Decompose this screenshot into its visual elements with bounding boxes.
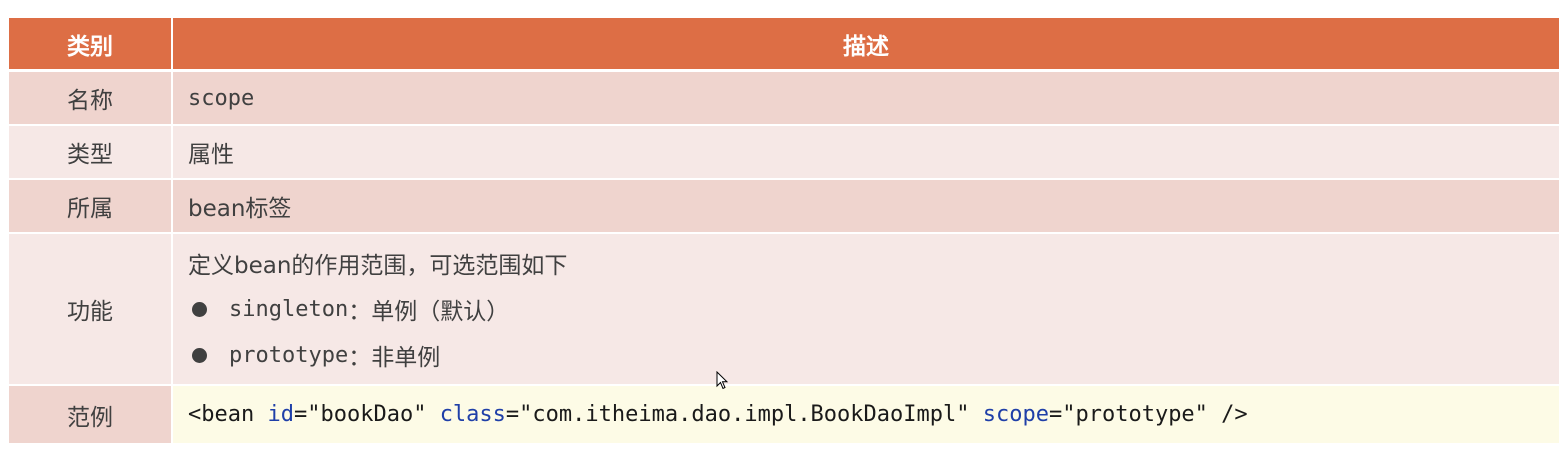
value-example: <bean id="bookDao" class="com.itheima.da… [173, 386, 1559, 443]
header-category: 类别 [9, 18, 171, 69]
label-function: 功能 [9, 234, 171, 384]
bullet-icon [192, 301, 207, 317]
term-separator: ： [348, 345, 372, 371]
value-type: 属性 [173, 126, 1559, 178]
code-attr-id: id [267, 402, 294, 427]
code-open-tag: <bean [188, 402, 268, 427]
label-belongs: 所属 [9, 180, 171, 232]
value-function: 定义bean的作用范围，可选范围如下 singleton ： 单例（默认） pr… [173, 234, 1559, 384]
scope-desc-prototype: 非单例 [371, 345, 441, 371]
code-attr-scope: scope [982, 402, 1049, 427]
list-item: singleton ： 单例（默认） [188, 286, 509, 332]
code-value-scope: ="prototype" [1048, 402, 1222, 427]
term-separator: ： [348, 299, 372, 325]
code-value-id: ="bookDao" [293, 402, 440, 427]
code-close-tag: /> [1221, 402, 1248, 427]
scope-desc-singleton: 单例（默认） [371, 299, 510, 325]
mouse-pointer-icon [716, 371, 728, 390]
header-description: 描述 [173, 18, 1559, 69]
label-type: 类型 [9, 126, 171, 178]
scope-term-prototype: prototype [229, 342, 349, 368]
code-sample: <bean id="bookDao" class="com.itheima.da… [188, 402, 1248, 427]
list-item: prototype ： 非单例 [188, 332, 440, 378]
value-belongs: bean标签 [173, 180, 1559, 232]
label-example: 范例 [9, 386, 171, 443]
function-intro: 定义bean的作用范围，可选范围如下 [188, 253, 568, 279]
bullet-icon [192, 347, 207, 363]
code-value-class: ="com.itheima.dao.impl.BookDaoImpl" [505, 402, 983, 427]
code-attr-class: class [439, 402, 506, 427]
value-name: scope [173, 72, 1559, 124]
scope-term-singleton: singleton [229, 296, 349, 322]
scope-attribute-table: 类别 描述 名称 scope 类型 属性 所属 bean标签 功能 定义bean… [9, 18, 1559, 443]
label-name: 名称 [9, 72, 171, 124]
